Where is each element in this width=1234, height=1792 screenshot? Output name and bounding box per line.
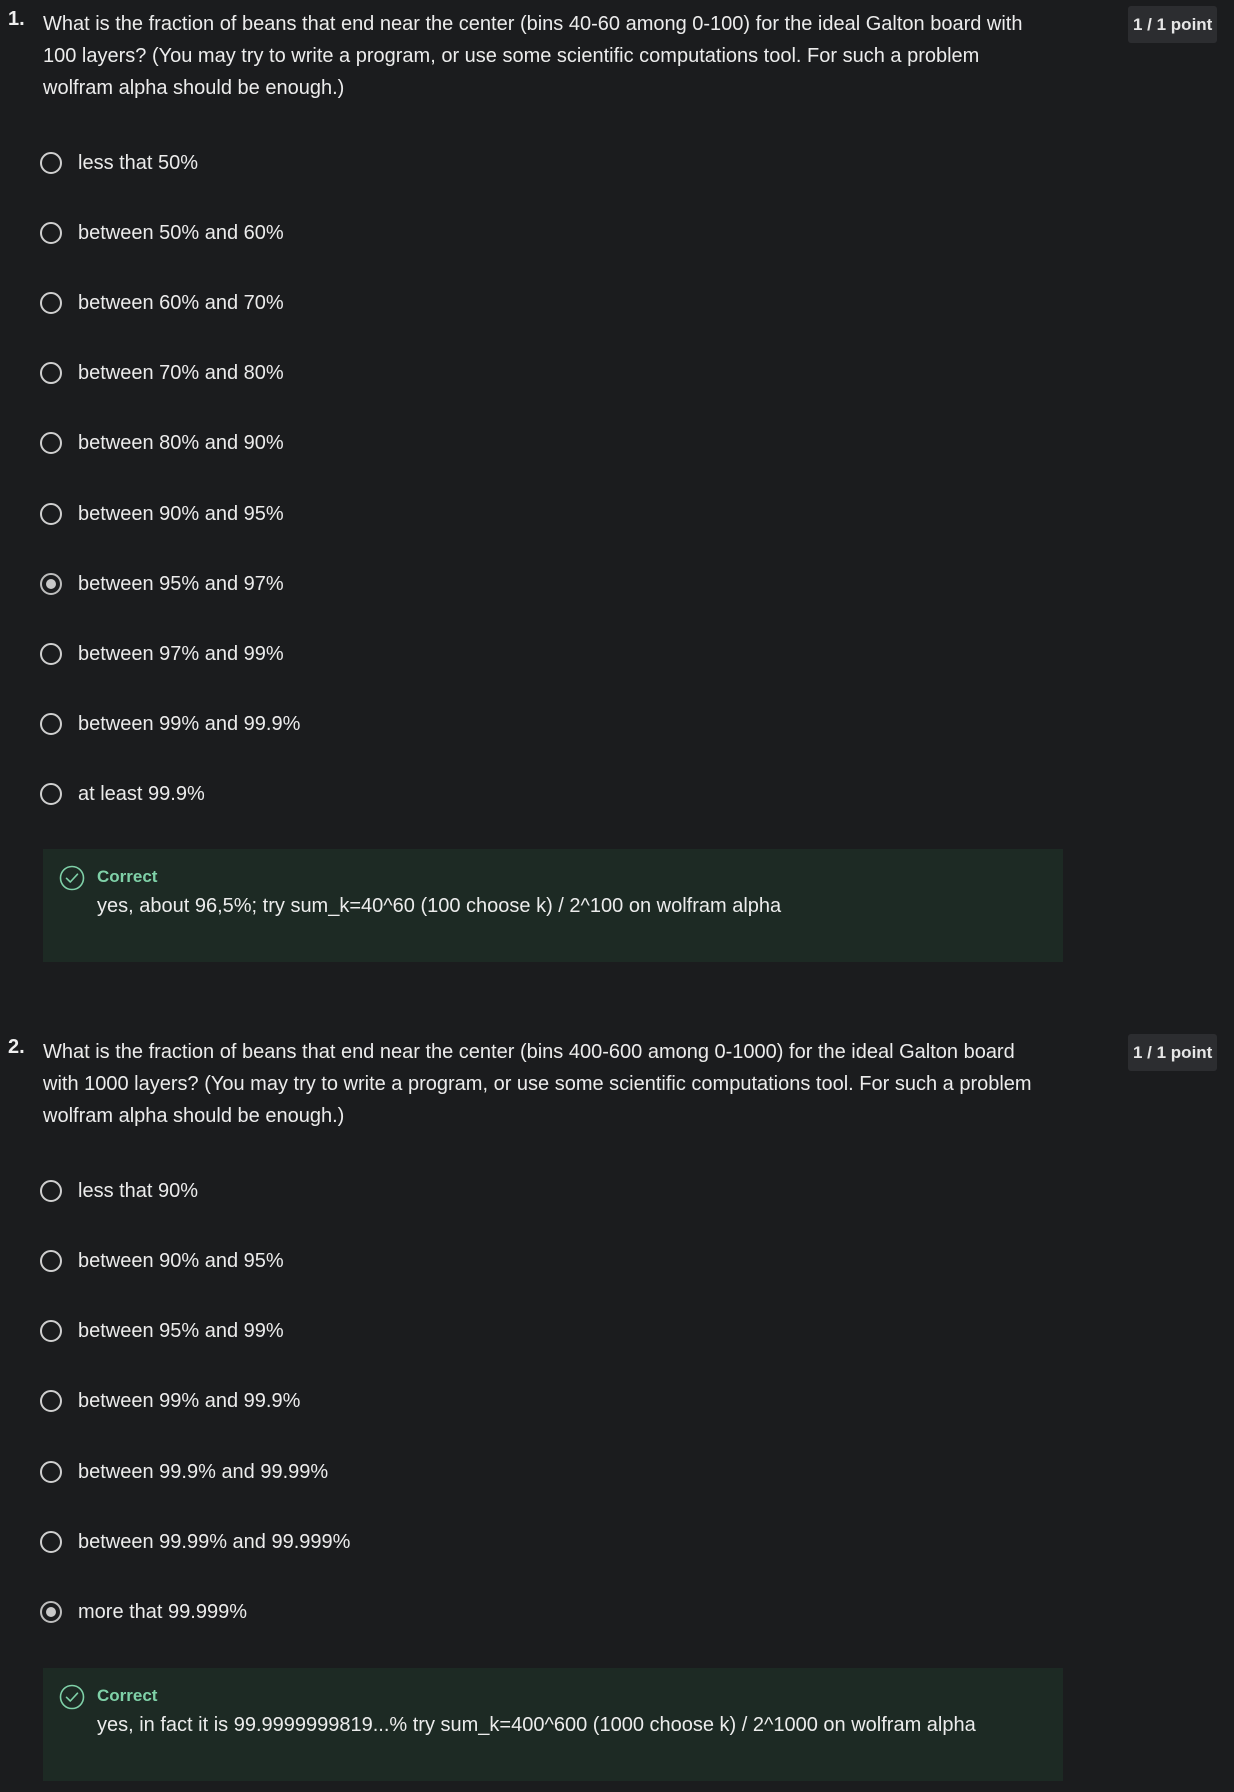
question-number: 2. — [8, 1036, 25, 1058]
option-label: at least 99.9% — [78, 782, 205, 805]
feedback-box: Correct yes, in fact it is 99.9999999819… — [43, 1668, 1063, 1781]
radio-button[interactable] — [40, 783, 62, 805]
radio-button[interactable] — [40, 643, 62, 665]
radio-button[interactable] — [40, 713, 62, 735]
option-less-than-90[interactable]: less that 90% — [40, 1173, 198, 1209]
radio-button[interactable] — [40, 432, 62, 454]
option-99-99-9[interactable]: between 99% and 99.9% — [40, 1383, 300, 1419]
option-label: less that 90% — [78, 1179, 199, 1202]
feedback-box: Correct yes, about 96,5%; try sum_k=40^6… — [43, 849, 1063, 962]
radio-button[interactable] — [40, 1531, 62, 1553]
option-more-than-99-999[interactable]: more that 99.999% — [40, 1594, 247, 1630]
radio-button[interactable] — [40, 1180, 62, 1202]
option-97-99[interactable]: between 97% and 99% — [40, 636, 284, 672]
option-label: between 90% and 95% — [78, 502, 284, 525]
option-label: more that 99.999% — [78, 1600, 247, 1623]
option-label: between 95% and 99% — [78, 1319, 284, 1342]
option-99-9-99-99[interactable]: between 99.9% and 99.99% — [40, 1454, 328, 1490]
option-label: between 70% and 80% — [78, 361, 284, 384]
option-label: between 99.99% and 99.999% — [78, 1530, 351, 1553]
option-99-99-9[interactable]: between 99% and 99.9% — [40, 706, 300, 742]
radio-button[interactable] — [40, 503, 62, 525]
option-label: less that 50% — [78, 151, 199, 174]
option-label: between 99% and 99.9% — [78, 712, 301, 735]
feedback-text: yes, in fact it is 99.9999999819...% try… — [97, 1714, 976, 1736]
option-label: between 99.9% and 99.99% — [78, 1460, 329, 1483]
option-label: between 50% and 60% — [78, 221, 284, 244]
option-label: between 99% and 99.9% — [78, 1389, 301, 1412]
option-90-95[interactable]: between 90% and 95% — [40, 496, 284, 532]
radio-button[interactable] — [40, 1390, 62, 1412]
option-90-95[interactable]: between 90% and 95% — [40, 1243, 284, 1279]
option-label: between 60% and 70% — [78, 291, 284, 314]
option-label: between 90% and 95% — [78, 1249, 284, 1272]
feedback-text: yes, about 96,5%; try sum_k=40^60 (100 c… — [97, 895, 782, 917]
option-60-70[interactable]: between 60% and 70% — [40, 285, 284, 321]
option-95-99[interactable]: between 95% and 99% — [40, 1313, 284, 1349]
radio-button-selected[interactable] — [40, 573, 62, 595]
radio-button[interactable] — [40, 292, 62, 314]
option-95-97[interactable]: between 95% and 97% — [40, 566, 284, 602]
question-text: What is the fraction of beans that end n… — [43, 13, 1023, 99]
radio-button[interactable] — [40, 1320, 62, 1342]
radio-button[interactable] — [40, 1461, 62, 1483]
question-text: What is the fraction of beans that end n… — [43, 1041, 1032, 1127]
option-at-least-99-9[interactable]: at least 99.9% — [40, 776, 205, 812]
option-label: between 80% and 90% — [78, 431, 284, 454]
points-badge: 1 / 1 point — [1128, 6, 1218, 43]
option-50-60[interactable]: between 50% and 60% — [40, 215, 284, 251]
feedback-status: Correct — [97, 1686, 158, 1705]
question-number: 1. — [8, 8, 25, 30]
radio-button[interactable] — [40, 362, 62, 384]
option-99-99-99-999[interactable]: between 99.99% and 99.999% — [40, 1524, 350, 1560]
option-less-than-50[interactable]: less that 50% — [40, 145, 198, 181]
radio-button[interactable] — [40, 1250, 62, 1272]
option-label: between 97% and 99% — [78, 642, 284, 665]
feedback-status: Correct — [97, 867, 158, 886]
radio-button[interactable] — [40, 152, 62, 174]
option-label: between 95% and 97% — [78, 572, 284, 595]
check-circle-icon — [59, 1684, 85, 1710]
points-badge: 1 / 1 point — [1128, 1034, 1218, 1071]
radio-button-selected[interactable] — [40, 1601, 62, 1623]
check-circle-icon — [59, 865, 85, 891]
option-70-80[interactable]: between 70% and 80% — [40, 355, 284, 391]
option-80-90[interactable]: between 80% and 90% — [40, 425, 284, 461]
radio-button[interactable] — [40, 222, 62, 244]
